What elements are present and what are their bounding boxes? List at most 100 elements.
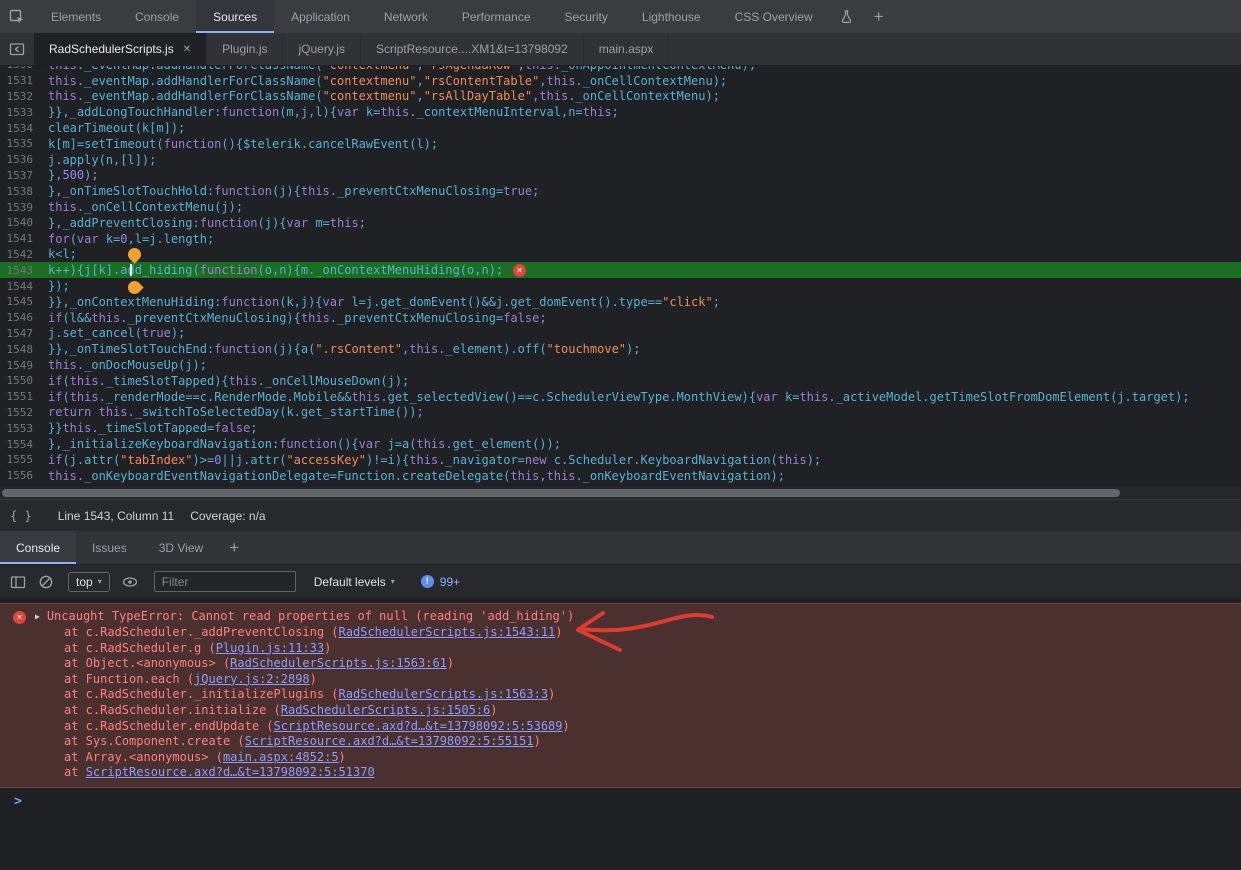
stack-link[interactable]: RadSchedulerScripts.js:1505:6 [281,703,491,717]
code-line[interactable]: 1556this._onKeyboardEventNavigationDeleg… [0,468,1241,484]
panel-tab-security[interactable]: Security [548,0,625,33]
console-sidebar-toggle[interactable] [10,574,26,590]
pretty-print-button[interactable]: { } [10,509,32,523]
code-line[interactable]: 1541for(var k=0,l=j.length; [0,231,1241,247]
code-line[interactable]: 1535k[m]=setTimeout(function(){$telerik.… [0,136,1241,152]
code-line[interactable]: 1549this._onDocMouseUp(j); [0,357,1241,373]
line-number[interactable]: 1555 [0,453,48,466]
code-line[interactable]: 1551if(this._renderMode==c.RenderMode.Mo… [0,389,1241,405]
line-number[interactable]: 1539 [0,201,48,214]
line-number[interactable]: 1554 [0,438,48,451]
file-tab-jquery-js[interactable]: jQuery.js [283,33,360,65]
line-number[interactable]: 1551 [0,390,48,403]
panel-tab-console[interactable]: Console [118,0,196,33]
line-number[interactable]: 1541 [0,232,48,245]
code-line[interactable]: 1550if(this._timeSlotTapped){this._onCel… [0,373,1241,389]
stack-link[interactable]: Plugin.js:11:33 [216,641,324,655]
line-number[interactable]: 1553 [0,422,48,435]
code-line[interactable]: 1547j.set_cancel(true); [0,326,1241,342]
stack-link[interactable]: RadSchedulerScripts.js:1563:61 [230,656,447,670]
panel-tab-elements[interactable]: Elements [34,0,118,33]
stack-link[interactable]: ScriptResource.axd?d…&t=13798092:5:51370 [86,765,375,779]
line-number[interactable]: 1549 [0,359,48,372]
file-tab-scriptresource-xm1-t-13798092[interactable]: ScriptResource....XM1&t=13798092 [361,33,584,65]
line-number[interactable]: 1556 [0,469,48,482]
stack-link[interactable]: ScriptResource.axd?d…&t=13798092:5:55151 [245,734,534,748]
drawer-tab-console[interactable]: Console [0,531,76,564]
panel-tab-network[interactable]: Network [367,0,445,33]
panel-tab-application[interactable]: Application [274,0,367,33]
stack-link[interactable]: RadSchedulerScripts.js:1543:11 [339,625,556,639]
file-tab-plugin-js[interactable]: Plugin.js [207,33,283,65]
code-line[interactable]: 1532this._eventMap.addHandlerForClassNam… [0,89,1241,105]
line-number[interactable]: 1546 [0,311,48,324]
panel-tab-performance[interactable]: Performance [445,0,548,33]
log-levels-dropdown[interactable]: Default levels ▾ [314,575,395,589]
code-line[interactable]: 1538},_onTimeSlotTouchHold:function(j){t… [0,183,1241,199]
code-line[interactable]: 1545}},_onContextMenuHiding:function(k,j… [0,294,1241,310]
source-editor[interactable]: 1530this._eventMap.addHandlerForClassNam… [0,66,1241,487]
panel-tab-sources[interactable]: Sources [196,0,274,33]
code-line[interactable]: 1542k<l; [0,247,1241,263]
file-tab-radschedulerscripts-js[interactable]: RadSchedulerScripts.js✕ [34,33,207,65]
line-number[interactable]: 1536 [0,153,48,166]
show-navigator-button[interactable] [0,33,34,65]
code-line[interactable]: 1552return this._switchToSelectedDay(k.g… [0,405,1241,421]
code-line[interactable]: 1543k++){j[k].add_hiding(function(o,n){m… [0,262,1241,278]
line-number[interactable]: 1543 [0,264,48,277]
horizontal-scrollbar[interactable] [0,487,1241,499]
code-line[interactable]: 1530this._eventMap.addHandlerForClassNam… [0,66,1241,73]
line-number[interactable]: 1540 [0,216,48,229]
line-number[interactable]: 1537 [0,169,48,182]
live-expression-button[interactable] [122,574,138,590]
line-number[interactable]: 1534 [0,122,48,135]
stack-link[interactable]: jQuery.js:2:2898 [194,672,310,686]
code-line[interactable]: 1533}},_addLongTouchHandler:function(m,j… [0,104,1241,120]
panel-tab-css-overview[interactable]: CSS Overview [718,0,830,33]
add-panel-button[interactable]: + [864,0,894,33]
drawer-tab-3d-view[interactable]: 3D View [143,531,219,564]
code-line[interactable]: 1555if(j.attr("tabIndex")>=0||j.attr("ac… [0,452,1241,468]
line-number[interactable]: 1552 [0,406,48,419]
clear-console-button[interactable] [38,574,54,590]
experiments-beaker-icon[interactable] [830,0,864,33]
context-selector[interactable]: top ▾ [68,572,110,592]
line-number[interactable]: 1530 [0,66,48,71]
issues-counter[interactable]: ! 99+ [421,575,460,589]
code-line[interactable]: 1548}},_onTimeSlotTouchEnd:function(j){a… [0,341,1241,357]
code-line[interactable]: 1553}}this._timeSlotTapped=false; [0,420,1241,436]
line-number[interactable]: 1545 [0,295,48,308]
line-number[interactable]: 1533 [0,106,48,119]
file-tab-main-aspx[interactable]: main.aspx [584,33,670,65]
filter-input[interactable] [154,571,296,592]
code-line[interactable]: 1534clearTimeout(k[m]); [0,120,1241,136]
stack-link[interactable]: ScriptResource.axd?d…&t=13798092:5:53689 [274,719,563,733]
expand-triangle-icon[interactable]: ▶ [35,609,40,625]
line-number[interactable]: 1547 [0,327,48,340]
line-number[interactable]: 1542 [0,248,48,261]
code-line[interactable]: 1546if(l&&this._preventCtxMenuClosing){t… [0,310,1241,326]
line-number[interactable]: 1544 [0,280,48,293]
code-line[interactable]: 1539this._onCellContextMenu(j); [0,199,1241,215]
stack-link[interactable]: main.aspx:4852:5 [223,750,339,764]
scrollbar-thumb[interactable] [2,489,1120,497]
code-line[interactable]: 1537},500); [0,168,1241,184]
console-prompt[interactable]: > [0,790,1241,812]
line-number[interactable]: 1550 [0,374,48,387]
stack-link[interactable]: RadSchedulerScripts.js:1563:3 [339,687,549,701]
line-number[interactable]: 1538 [0,185,48,198]
code-line[interactable]: 1544}); [0,278,1241,294]
line-number[interactable]: 1531 [0,74,48,87]
inspect-element-button[interactable] [0,0,34,33]
code-line[interactable]: 1540},_addPreventClosing:function(j){var… [0,215,1241,231]
add-drawer-tab-button[interactable]: + [219,531,249,564]
line-number[interactable]: 1548 [0,343,48,356]
code-line[interactable]: 1531this._eventMap.addHandlerForClassNam… [0,73,1241,89]
code-line[interactable]: 1554},_initializeKeyboardNavigation:func… [0,436,1241,452]
code-line[interactable]: 1536j.apply(n,[l]); [0,152,1241,168]
line-number[interactable]: 1532 [0,90,48,103]
drawer-tab-issues[interactable]: Issues [76,531,143,564]
panel-tab-lighthouse[interactable]: Lighthouse [625,0,718,33]
close-tab-icon[interactable]: ✕ [183,44,191,55]
line-number[interactable]: 1535 [0,137,48,150]
